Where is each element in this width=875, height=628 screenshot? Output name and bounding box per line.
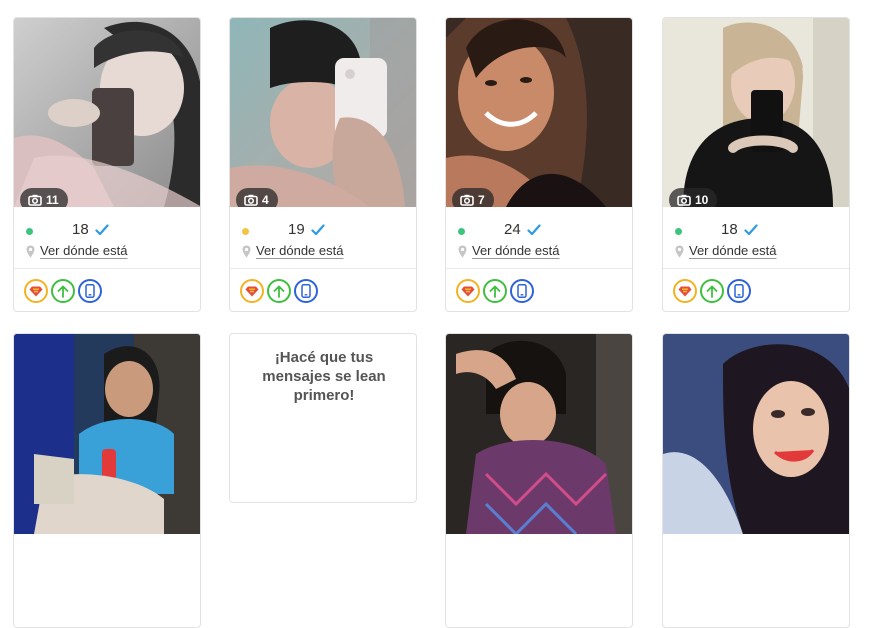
- age-label: 18: [72, 221, 89, 238]
- superman-badge-icon[interactable]: [673, 279, 697, 303]
- photo-count-badge: 4: [236, 188, 278, 207]
- arrow-up-icon[interactable]: [700, 279, 724, 303]
- profile-card[interactable]: 4 19 Ver dónde está: [229, 17, 417, 312]
- profile-card[interactable]: 10 18 Ver dónde está: [662, 17, 850, 312]
- location-pin-icon: [242, 245, 251, 263]
- photo-count-badge: 10: [669, 188, 718, 207]
- profile-photo[interactable]: [446, 334, 632, 534]
- arrow-up-icon[interactable]: [483, 279, 507, 303]
- profile-photo[interactable]: 11: [14, 18, 200, 207]
- arrow-up-icon[interactable]: [267, 279, 291, 303]
- divider: [446, 268, 632, 269]
- camera-icon: [460, 194, 474, 206]
- location-pin-icon: [675, 245, 684, 263]
- verified-check-icon: [527, 223, 541, 241]
- superman-badge-icon[interactable]: [456, 279, 480, 303]
- profile-photo[interactable]: 7: [446, 18, 632, 207]
- divider: [14, 268, 200, 269]
- mobile-phone-icon[interactable]: [78, 279, 102, 303]
- photo-count: 10: [695, 193, 709, 207]
- age-label: 24: [504, 221, 521, 238]
- verified-check-icon: [744, 223, 758, 241]
- profile-photo[interactable]: [14, 334, 200, 534]
- location-link[interactable]: Ver dónde está: [472, 243, 559, 258]
- photo-count-badge: 11: [20, 188, 68, 207]
- promo-card[interactable]: ¡Hacé que tus mensajes se lean primero!: [229, 333, 417, 503]
- profile-card[interactable]: [445, 333, 633, 628]
- mobile-phone-icon[interactable]: [294, 279, 318, 303]
- divider: [663, 268, 849, 269]
- age-label: 18: [721, 221, 738, 238]
- superman-badge-icon[interactable]: [24, 279, 48, 303]
- camera-icon: [677, 194, 691, 206]
- location-link[interactable]: Ver dónde está: [689, 243, 776, 258]
- online-status-dot: [242, 228, 249, 235]
- promo-text: ¡Hacé que tus mensajes se lean primero!: [262, 349, 386, 404]
- photo-count: 11: [46, 193, 59, 207]
- photo-count: 7: [478, 193, 485, 207]
- location-pin-icon: [458, 245, 467, 263]
- divider: [230, 268, 416, 269]
- verified-check-icon: [311, 223, 325, 241]
- profile-card[interactable]: 11 18 Ver dónde está: [13, 17, 201, 312]
- photo-count: 4: [262, 193, 269, 207]
- profile-card[interactable]: [662, 333, 850, 628]
- profile-photo[interactable]: [663, 334, 849, 534]
- location-link[interactable]: Ver dónde está: [256, 243, 343, 258]
- online-status-dot: [26, 228, 33, 235]
- online-status-dot: [675, 228, 682, 235]
- camera-icon: [28, 194, 42, 206]
- superman-badge-icon[interactable]: [240, 279, 264, 303]
- online-status-dot: [458, 228, 465, 235]
- profile-card[interactable]: [13, 333, 201, 628]
- profile-card[interactable]: 7 24 Ver dónde está: [445, 17, 633, 312]
- profile-photo[interactable]: 10: [663, 18, 849, 207]
- mobile-phone-icon[interactable]: [727, 279, 751, 303]
- photo-count-badge: 7: [452, 188, 494, 207]
- arrow-up-icon[interactable]: [51, 279, 75, 303]
- location-link[interactable]: Ver dónde está: [40, 243, 127, 258]
- age-label: 19: [288, 221, 305, 238]
- camera-icon: [244, 194, 258, 206]
- mobile-phone-icon[interactable]: [510, 279, 534, 303]
- location-pin-icon: [26, 245, 35, 263]
- profile-photo[interactable]: 4: [230, 18, 416, 207]
- verified-check-icon: [95, 223, 109, 241]
